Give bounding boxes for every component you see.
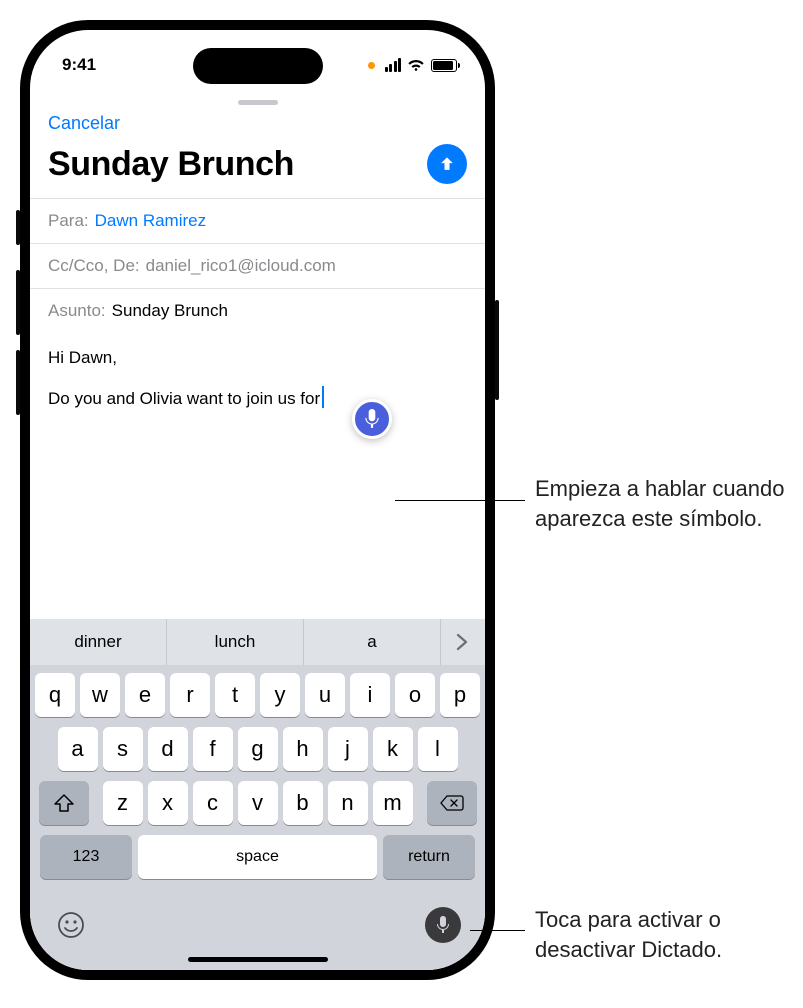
cc-label: Cc/Cco, De: [48,256,140,276]
numbers-key[interactable]: 123 [40,835,132,879]
key-q[interactable]: q [35,673,75,717]
dictation-indicator[interactable] [352,399,392,439]
message-body[interactable]: Hi Dawn, Do you and Olivia want to join … [30,333,485,619]
key-p[interactable]: p [440,673,480,717]
space-key[interactable]: space [138,835,377,879]
send-button[interactable] [427,144,467,184]
suggestion-bar: dinner lunch a [30,619,485,665]
backspace-key[interactable] [427,781,477,825]
volume-up [16,270,20,335]
subject-label: Asunto: [48,301,106,321]
emoji-button[interactable] [54,908,88,942]
key-r[interactable]: r [170,673,210,717]
microphone-icon [436,916,450,934]
key-n[interactable]: n [328,781,368,825]
from-value: daniel_rico1@icloud.com [146,256,336,276]
key-k[interactable]: k [373,727,413,771]
key-x[interactable]: x [148,781,188,825]
key-f[interactable]: f [193,727,233,771]
callout-dictation-button: Toca para activar o desactivar Dictado. [535,905,795,964]
key-z[interactable]: z [103,781,143,825]
subject-field[interactable]: Asunto: Sunday Brunch [30,288,485,333]
mute-switch [16,210,20,245]
shift-icon [54,794,74,812]
key-b[interactable]: b [283,781,323,825]
to-field[interactable]: Para: Dawn Ramirez [30,198,485,243]
key-c[interactable]: c [193,781,233,825]
suggestion-3[interactable]: a [304,619,441,665]
key-o[interactable]: o [395,673,435,717]
key-u[interactable]: u [305,673,345,717]
key-row-2: a s d f g h j k l [35,727,480,771]
body-line-1: Hi Dawn, [48,347,467,370]
key-y[interactable]: y [260,673,300,717]
suggestion-2[interactable]: lunch [167,619,304,665]
key-m[interactable]: m [373,781,413,825]
callout-line-2 [470,930,525,931]
to-recipient[interactable]: Dawn Ramirez [95,211,206,231]
backspace-icon [440,794,464,812]
key-i[interactable]: i [350,673,390,717]
cc-from-field[interactable]: Cc/Cco, De: daniel_rico1@icloud.com [30,243,485,288]
callout-line-1 [395,500,525,501]
body-line-2: Do you and Olivia want to join us for [48,389,320,408]
collapse-suggestions-icon[interactable] [441,619,485,665]
key-v[interactable]: v [238,781,278,825]
emoji-icon [57,911,85,939]
key-t[interactable]: t [215,673,255,717]
to-label: Para: [48,211,89,231]
key-row-3: z x c v b n m [35,781,480,825]
return-key[interactable]: return [383,835,475,879]
key-d[interactable]: d [148,727,188,771]
status-time: 9:41 [62,55,96,75]
key-e[interactable]: e [125,673,165,717]
key-row-4: 123 space return [35,835,480,879]
shift-key[interactable] [39,781,89,825]
wifi-icon [407,58,425,72]
key-s[interactable]: s [103,727,143,771]
side-button [495,300,499,400]
subject-value: Sunday Brunch [112,301,228,321]
arrow-up-icon [437,154,457,174]
keyboard: dinner lunch a q w e r t y u [30,619,485,970]
battery-icon [431,59,457,72]
compose-sheet: Cancelar Sunday Brunch Para: Dawn Ramire… [30,92,485,970]
text-cursor [322,386,324,408]
key-h[interactable]: h [283,727,323,771]
suggestion-1[interactable]: dinner [30,619,167,665]
key-l[interactable]: l [418,727,458,771]
key-row-1: q w e r t y u i o p [35,673,480,717]
key-g[interactable]: g [238,727,278,771]
cellular-icon [385,58,402,72]
home-indicator[interactable] [188,957,328,962]
key-j[interactable]: j [328,727,368,771]
key-w[interactable]: w [80,673,120,717]
key-a[interactable]: a [58,727,98,771]
microphone-icon [364,409,380,429]
callout-dictation-indicator: Empieza a hablar cuando aparezca este sí… [535,474,785,533]
dictation-button[interactable] [425,907,461,943]
volume-down [16,350,20,415]
compose-title: Sunday Brunch [48,145,294,184]
mic-indicator-dot [368,62,375,69]
cancel-button[interactable]: Cancelar [48,113,120,133]
dynamic-island [193,48,323,84]
